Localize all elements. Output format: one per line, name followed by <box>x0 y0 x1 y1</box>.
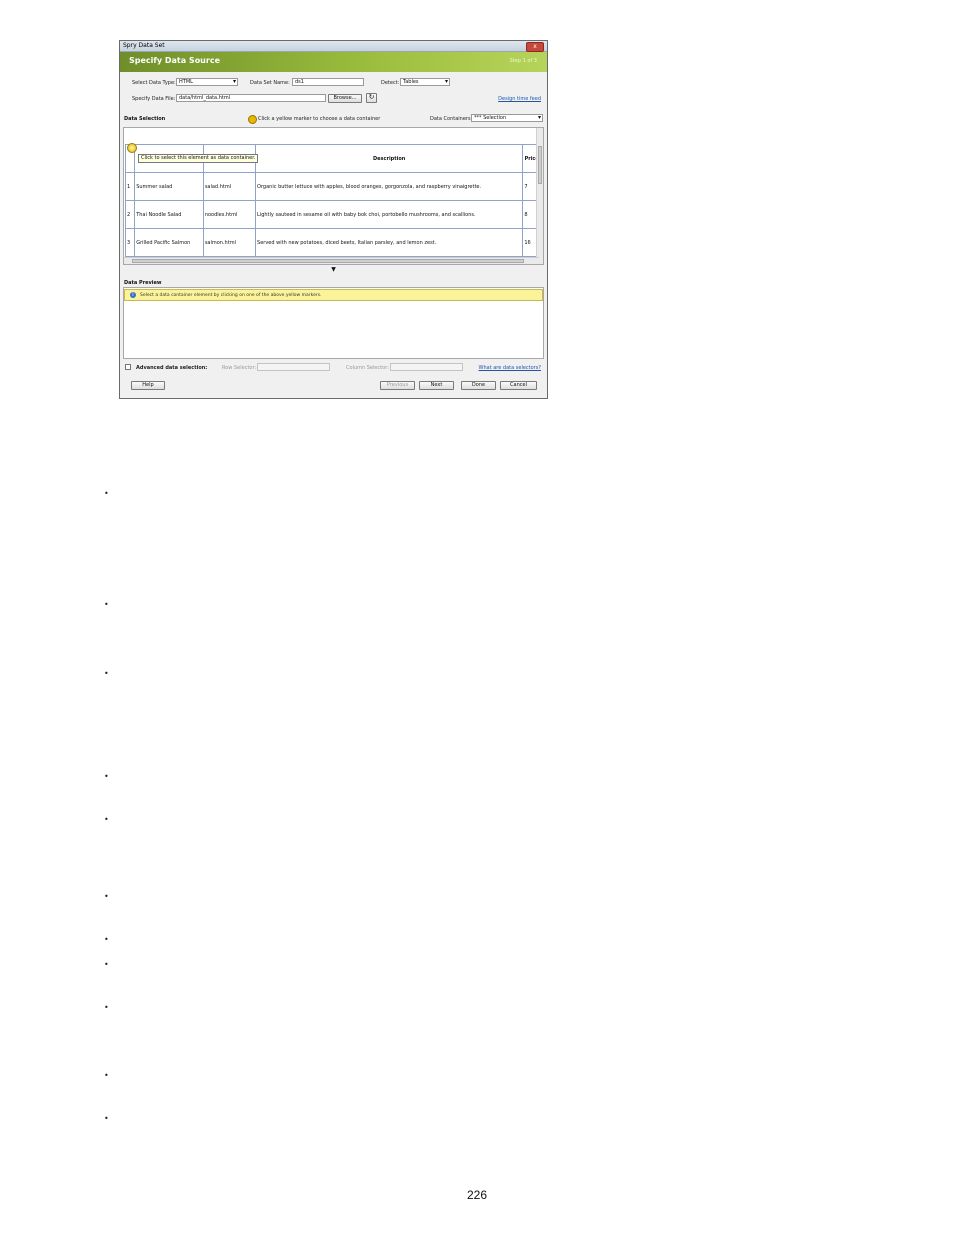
bullet-marker: • <box>104 669 109 678</box>
item-name: Grilled Pacific Salmon <box>134 228 204 257</box>
bullet-marker: • <box>104 489 109 498</box>
dialog-header: Specify Data Source Step 1 of 3 <box>120 52 547 72</box>
data-preview-heading: Data Preview <box>124 280 162 286</box>
data-set-name-label: Data Set Name: <box>250 80 290 86</box>
bullet-marker: • <box>104 1071 109 1080</box>
row-index: 3 <box>124 228 136 257</box>
advanced-selection-label: Advanced data selection: <box>136 365 208 371</box>
table-row: 3 Grilled Pacific Salmon salmon.html Ser… <box>124 228 541 257</box>
detect-select[interactable]: Tables <box>400 78 450 86</box>
item-description: Organic butter lettuce with apples, bloo… <box>255 172 524 201</box>
bullet-marker: • <box>104 815 109 824</box>
table-row: 2 Thai Noodle Salad noodles.html Lightly… <box>124 200 541 229</box>
help-button[interactable]: Help <box>131 381 165 390</box>
preview-message: Select a data container element by click… <box>140 293 322 298</box>
select-data-type-label: Select Data Type: <box>132 80 176 86</box>
close-button[interactable]: x <box>526 42 544 52</box>
page-number: 226 <box>466 1188 488 1202</box>
hint-text: Click a yellow marker to choose a data c… <box>258 116 381 122</box>
dialog-titlebar: Spry Data Set x <box>120 41 547 52</box>
item-name: Summer salad <box>134 172 204 201</box>
row-index: 1 <box>124 172 136 201</box>
vertical-scrollbar[interactable] <box>536 128 543 264</box>
info-bar: i Select a data container element by cli… <box>124 289 543 301</box>
info-icon: i <box>130 292 136 298</box>
previous-button: Previous <box>380 381 415 390</box>
splitter-handle[interactable]: ▼ <box>123 267 544 273</box>
advanced-selection-checkbox[interactable] <box>125 364 131 370</box>
yellow-marker[interactable] <box>127 143 137 153</box>
bullet-marker: • <box>104 1114 109 1123</box>
column-selector-label: Column Selector: <box>346 365 389 371</box>
yellow-marker-icon <box>248 115 257 124</box>
data-set-name-input[interactable]: ds1 <box>292 78 364 86</box>
item-page: noodles.html <box>202 200 257 229</box>
bullet-marker: • <box>104 772 109 781</box>
row-index: 2 <box>124 200 136 229</box>
data-preview-panel: i Select a data container element by cli… <box>123 287 544 359</box>
detect-label: Detect: <box>381 80 400 86</box>
bullet-marker: • <box>104 1003 109 1012</box>
horizontal-scroll-thumb[interactable] <box>132 259 524 263</box>
window-title: Spry Data Set <box>123 42 165 49</box>
table-header-description: Description <box>255 144 524 173</box>
bullet-marker: • <box>104 960 109 969</box>
spry-data-set-dialog: Spry Data Set x Specify Data Source Step… <box>119 40 548 399</box>
cancel-button[interactable]: Cancel <box>500 381 537 390</box>
vertical-scroll-thumb[interactable] <box>538 146 542 184</box>
column-selector-input <box>390 363 463 371</box>
bullet-marker: • <box>104 935 109 944</box>
data-selectors-help-link[interactable]: What are data selectors? <box>479 365 541 371</box>
item-name: Thai Noodle Salad <box>134 200 204 229</box>
next-button[interactable]: Next <box>419 381 454 390</box>
row-selector-label: Row Selector: <box>222 365 257 371</box>
data-selection-grid: Description Price 1 Summer salad salad.h… <box>123 127 544 265</box>
specify-data-file-label: Specify Data File: <box>132 96 176 102</box>
table-row: 1 Summer salad salad.html Organic butter… <box>124 172 541 201</box>
data-containers-select[interactable]: *** Selection <box>471 114 543 122</box>
item-description: Lightly sauteed in sesame oil with baby … <box>255 200 524 229</box>
header-title: Specify Data Source <box>129 56 220 65</box>
data-type-select[interactable]: HTML <box>176 78 238 86</box>
horizontal-scrollbar[interactable] <box>124 257 539 264</box>
done-button[interactable]: Done <box>461 381 496 390</box>
data-selection-heading: Data Selection <box>124 116 166 122</box>
bullet-marker: • <box>104 892 109 901</box>
data-file-input[interactable]: data/html_data.html <box>176 94 326 102</box>
design-time-feed-link[interactable]: Design time feed <box>498 96 541 102</box>
refresh-icon[interactable]: ↻ <box>366 93 377 103</box>
item-page: salmon.html <box>202 228 257 257</box>
row-selector-input <box>257 363 330 371</box>
data-containers-label: Data Containers: <box>430 116 473 122</box>
marker-tooltip: Click to select this element as data con… <box>138 154 259 163</box>
bullet-marker: • <box>104 600 109 609</box>
browse-button[interactable]: Browse... <box>328 94 362 103</box>
item-description: Served with new potatoes, diced beets, I… <box>255 228 524 257</box>
step-indicator: Step 1 of 3 <box>509 58 537 64</box>
item-page: salad.html <box>202 172 257 201</box>
